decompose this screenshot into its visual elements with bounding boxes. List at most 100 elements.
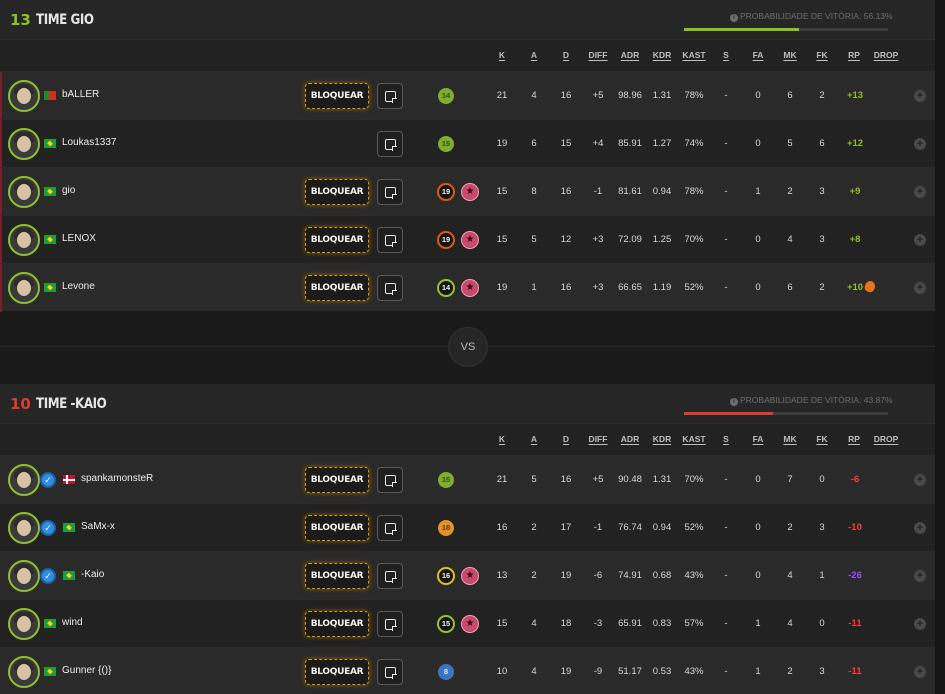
expand-plus-icon[interactable]: + (914, 474, 926, 486)
stat-rp: +12 (846, 138, 864, 149)
expand-plus-icon[interactable]: + (914, 90, 926, 102)
player-name[interactable]: Loukas1337 (62, 137, 117, 148)
stat-d: 15 (560, 138, 572, 149)
block-button[interactable]: BLOQUEAR (305, 83, 369, 109)
note-button[interactable] (377, 83, 403, 109)
expand-plus-icon[interactable]: + (914, 234, 926, 246)
note-icon (385, 667, 397, 679)
note-button[interactable] (377, 179, 403, 205)
column-header-s[interactable]: S (723, 50, 729, 60)
expand-plus-icon[interactable]: + (914, 138, 926, 150)
win-probability-bar (684, 412, 888, 415)
verified-icon: ✓ (40, 568, 56, 584)
expand-plus-icon[interactable]: + (914, 282, 926, 294)
column-header-kdr[interactable]: KDR (653, 434, 671, 444)
player-avatar[interactable] (8, 464, 40, 496)
column-header-kdr[interactable]: KDR (653, 50, 671, 60)
player-avatar[interactable] (8, 80, 40, 112)
level-badge: 8 (438, 664, 454, 680)
player-avatar[interactable] (8, 608, 40, 640)
block-button[interactable]: BLOQUEAR (305, 179, 369, 205)
note-button[interactable] (377, 275, 403, 301)
star-badge-icon: ★ (461, 183, 479, 201)
player-name[interactable]: wind (62, 617, 83, 628)
block-button[interactable]: BLOQUEAR (305, 275, 369, 301)
expand-plus-icon[interactable]: + (914, 666, 926, 678)
note-button[interactable] (377, 611, 403, 637)
note-icon (385, 283, 397, 295)
player-avatar[interactable] (8, 656, 40, 688)
expand-plus-icon[interactable]: + (914, 570, 926, 582)
block-button[interactable]: BLOQUEAR (305, 515, 369, 541)
player-name[interactable]: spankamonsteR (81, 473, 153, 484)
brazil-flag-icon (44, 187, 56, 196)
stat-kdr: 0.94 (652, 186, 672, 197)
row-marker (0, 120, 2, 168)
stat-kast: 70% (684, 474, 704, 485)
note-button[interactable] (377, 227, 403, 253)
brazil-flag-icon (44, 619, 56, 628)
block-button[interactable]: BLOQUEAR (305, 227, 369, 253)
column-header-drop[interactable]: DROP (874, 50, 899, 60)
player-avatar[interactable] (8, 272, 40, 304)
player-name[interactable]: bALLER (62, 89, 99, 100)
player-avatar[interactable] (8, 224, 40, 256)
level-badge: 19 (437, 231, 455, 249)
player-avatar[interactable] (8, 128, 40, 160)
column-header-mk[interactable]: MK (783, 50, 796, 60)
column-header-adr[interactable]: ADR (621, 434, 639, 444)
note-button[interactable] (377, 467, 403, 493)
player-avatar[interactable] (8, 560, 40, 592)
stat-d: 19 (560, 666, 572, 677)
stat-d: 18 (560, 618, 572, 629)
block-button[interactable]: BLOQUEAR (305, 611, 369, 637)
player-name[interactable]: Levone (62, 281, 95, 292)
column-header-s[interactable]: S (723, 434, 729, 444)
column-header-d[interactable]: D (563, 434, 569, 444)
column-header-k[interactable]: K (499, 434, 505, 444)
player-avatar[interactable] (8, 176, 40, 208)
column-header-fa[interactable]: FA (753, 50, 764, 60)
column-header-d[interactable]: D (563, 50, 569, 60)
block-button[interactable]: BLOQUEAR (305, 659, 369, 685)
stat-a: 2 (531, 570, 537, 581)
column-header-fk[interactable]: FK (816, 434, 827, 444)
player-name[interactable]: gio (62, 185, 75, 196)
expand-plus-icon[interactable]: + (914, 618, 926, 630)
player-row: Levone BLOQUEAR 14 ★ 19 1 16 +3 66.65 1.19 52% - 0 6 2… (0, 263, 935, 312)
column-header-diff[interactable]: DIFF (589, 50, 608, 60)
column-header-fa[interactable]: FA (753, 434, 764, 444)
column-header-mk[interactable]: MK (783, 434, 796, 444)
note-button[interactable] (377, 515, 403, 541)
expand-plus-icon[interactable]: + (914, 186, 926, 198)
block-button[interactable]: BLOQUEAR (305, 563, 369, 589)
player-name[interactable]: LENOX (62, 233, 96, 244)
avatar-face (17, 232, 31, 248)
player-avatar[interactable] (8, 512, 40, 544)
stat-fa: 0 (755, 282, 761, 293)
column-header-rp[interactable]: RP (848, 434, 860, 444)
player-name[interactable]: -Kaio (81, 569, 104, 580)
avatar-face (17, 280, 31, 296)
stat-fa: 1 (755, 186, 761, 197)
column-header-a[interactable]: A (531, 50, 537, 60)
column-header-kast[interactable]: KAST (682, 50, 705, 60)
column-header-drop[interactable]: DROP (874, 434, 899, 444)
row-marker (0, 72, 2, 120)
column-header-rp[interactable]: RP (848, 50, 860, 60)
column-header-diff[interactable]: DIFF (589, 434, 608, 444)
column-header-kast[interactable]: KAST (682, 434, 705, 444)
column-header-k[interactable]: K (499, 50, 505, 60)
expand-plus-icon[interactable]: + (914, 522, 926, 534)
note-button[interactable] (377, 563, 403, 589)
player-name[interactable]: SaMx-x (81, 521, 115, 532)
column-header-adr[interactable]: ADR (621, 50, 639, 60)
note-button[interactable] (377, 659, 403, 685)
player-name[interactable]: Gunner {()} (62, 665, 111, 676)
block-button[interactable]: BLOQUEAR (305, 467, 369, 493)
stat-d: 12 (560, 234, 572, 245)
column-header-a[interactable]: A (531, 434, 537, 444)
column-header-fk[interactable]: FK (816, 50, 827, 60)
note-button[interactable] (377, 131, 403, 157)
stat-d: 16 (560, 90, 572, 101)
